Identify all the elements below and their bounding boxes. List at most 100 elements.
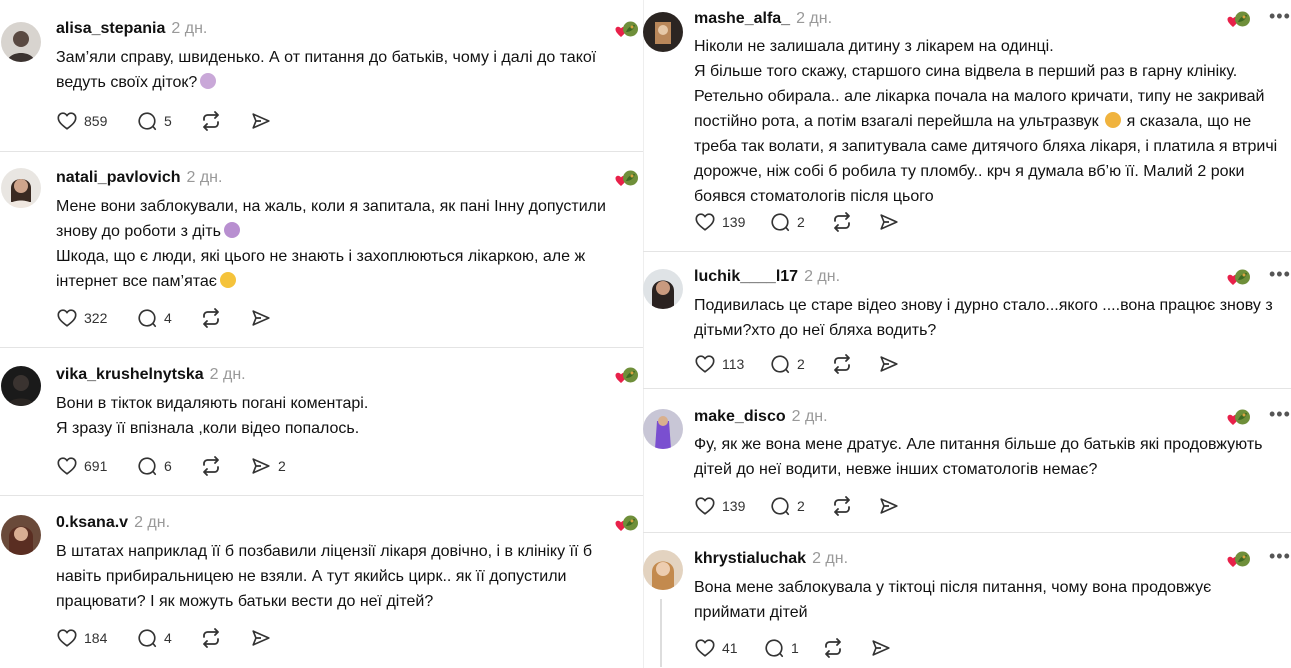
reply-count: 2 [797,214,805,230]
username[interactable]: luchik____l17 [694,268,798,285]
reply-button[interactable]: 2 [769,493,805,519]
reply-icon [136,110,158,132]
username[interactable]: mashe_alfa_ [694,10,790,27]
username[interactable]: alisa_stepania [56,20,165,37]
share-button[interactable] [878,351,900,377]
heart-icon [56,110,78,132]
like-button[interactable]: 184 [56,625,107,651]
thread-line [660,599,662,667]
post-actions: 322 4 [56,305,316,331]
badge-icon [615,20,639,40]
username[interactable]: khrystialuchak [694,550,806,567]
share-button[interactable] [878,209,900,235]
like-button[interactable]: 139 [694,209,745,235]
post-actions: 139 2 [694,493,954,519]
badge-icon [1227,550,1251,570]
heart-icon [56,455,78,477]
woman-shrugging-emoji-icon [200,73,217,89]
more-options-icon[interactable]: ••• [1269,264,1291,285]
post-text-line: Я більше того скажу, старшого сина відве… [694,63,1238,80]
avatar[interactable] [1,22,41,62]
share-icon [870,637,892,659]
post: mashe_alfa_ 2 дн. ••• Ніколи не залишала … [643,0,1291,251]
post-actions: 41 1 [694,635,954,661]
reply-button[interactable]: 1 [763,635,799,661]
repost-button[interactable] [199,453,223,479]
reply-button[interactable]: 2 [769,209,805,235]
post-actions: 113 2 [694,351,954,377]
share-button[interactable] [250,305,272,331]
repost-button[interactable] [821,635,845,661]
repost-button[interactable] [830,209,854,235]
repost-icon [199,626,223,650]
avatar[interactable] [643,269,683,309]
like-button[interactable]: 113 [694,351,744,377]
repost-button[interactable] [199,108,223,134]
repost-button[interactable] [830,351,854,377]
reply-button[interactable]: 4 [136,625,172,651]
reply-count: 4 [164,310,172,326]
username[interactable]: natali_pavlovich [56,169,181,186]
repost-icon [199,306,223,330]
reply-count: 6 [164,458,172,474]
reply-count: 4 [164,630,172,646]
reply-icon [136,627,158,649]
share-button[interactable] [870,635,892,661]
post: vika_krushelnytska 2 дн. Вони в тікток ви… [0,348,643,494]
avatar[interactable] [1,168,41,208]
share-button[interactable] [878,493,900,519]
share-button[interactable] [250,108,272,134]
heart-icon [694,637,716,659]
share-button[interactable]: 2 [250,453,286,479]
repost-button[interactable] [199,625,223,651]
reply-button[interactable]: 4 [136,305,172,331]
like-button[interactable]: 41 [694,635,738,661]
reply-icon [136,307,158,329]
post-text-line: Фу, як же вона мене дратує. Але питання … [694,436,1263,453]
repost-button[interactable] [830,493,854,519]
avatar[interactable] [643,550,683,590]
heart-icon [694,211,716,233]
share-icon [878,211,900,233]
reply-icon [763,637,785,659]
avatar[interactable] [1,515,41,555]
username[interactable]: make_disco [694,408,786,425]
avatar[interactable] [643,409,683,449]
avatar[interactable] [1,366,41,406]
post-text-line: Вона мене заблокувала у тіктоці після пи… [694,579,1212,596]
like-count: 322 [84,310,108,326]
post-text-line: Вони в тікток видаляють погані коментарі… [56,395,369,412]
post-text-line: Мене вони заблокували, на жаль, коли я з… [56,198,606,215]
post-text-line: знову до роботи з діть [56,223,221,240]
like-button[interactable]: 691 [56,453,107,479]
left-column: alisa_stepania 2 дн. Зам’яли справу, швид… [0,0,643,668]
post-text-line: ведуть своїх діток? [56,74,198,91]
reply-icon [136,455,158,477]
share-button[interactable] [250,625,272,651]
post-text: Мене вони заблокували, на жаль, коли я з… [56,194,606,294]
repost-icon [199,109,223,133]
username[interactable]: 0.ksana.v [56,514,128,531]
like-count: 859 [84,113,108,129]
post-text-line: Зам’яли справу, швиденько. А от питання … [56,49,597,66]
reply-button[interactable]: 2 [769,351,805,377]
like-button[interactable]: 139 [694,493,745,519]
reply-button[interactable]: 5 [136,108,172,134]
post-time: 2 дн. [812,550,849,567]
share-icon [878,353,900,375]
repost-button[interactable] [199,305,223,331]
post-time: 2 дн. [804,268,841,285]
more-options-icon[interactable]: ••• [1269,6,1291,27]
like-button[interactable]: 859 [56,108,107,134]
share-icon [250,110,272,132]
reply-button[interactable]: 6 [136,453,172,479]
username[interactable]: vika_krushelnytska [56,366,204,383]
smiling-face-hearts-emoji-icon [219,272,236,288]
more-options-icon[interactable]: ••• [1269,546,1291,567]
post-text-line: Я зразу її впізнала ,коли відео попалось… [56,420,360,437]
more-options-icon[interactable]: ••• [1269,404,1291,425]
like-button[interactable]: 322 [56,305,107,331]
reply-icon [769,495,791,517]
reply-count: 1 [791,640,799,656]
avatar[interactable] [643,12,683,52]
